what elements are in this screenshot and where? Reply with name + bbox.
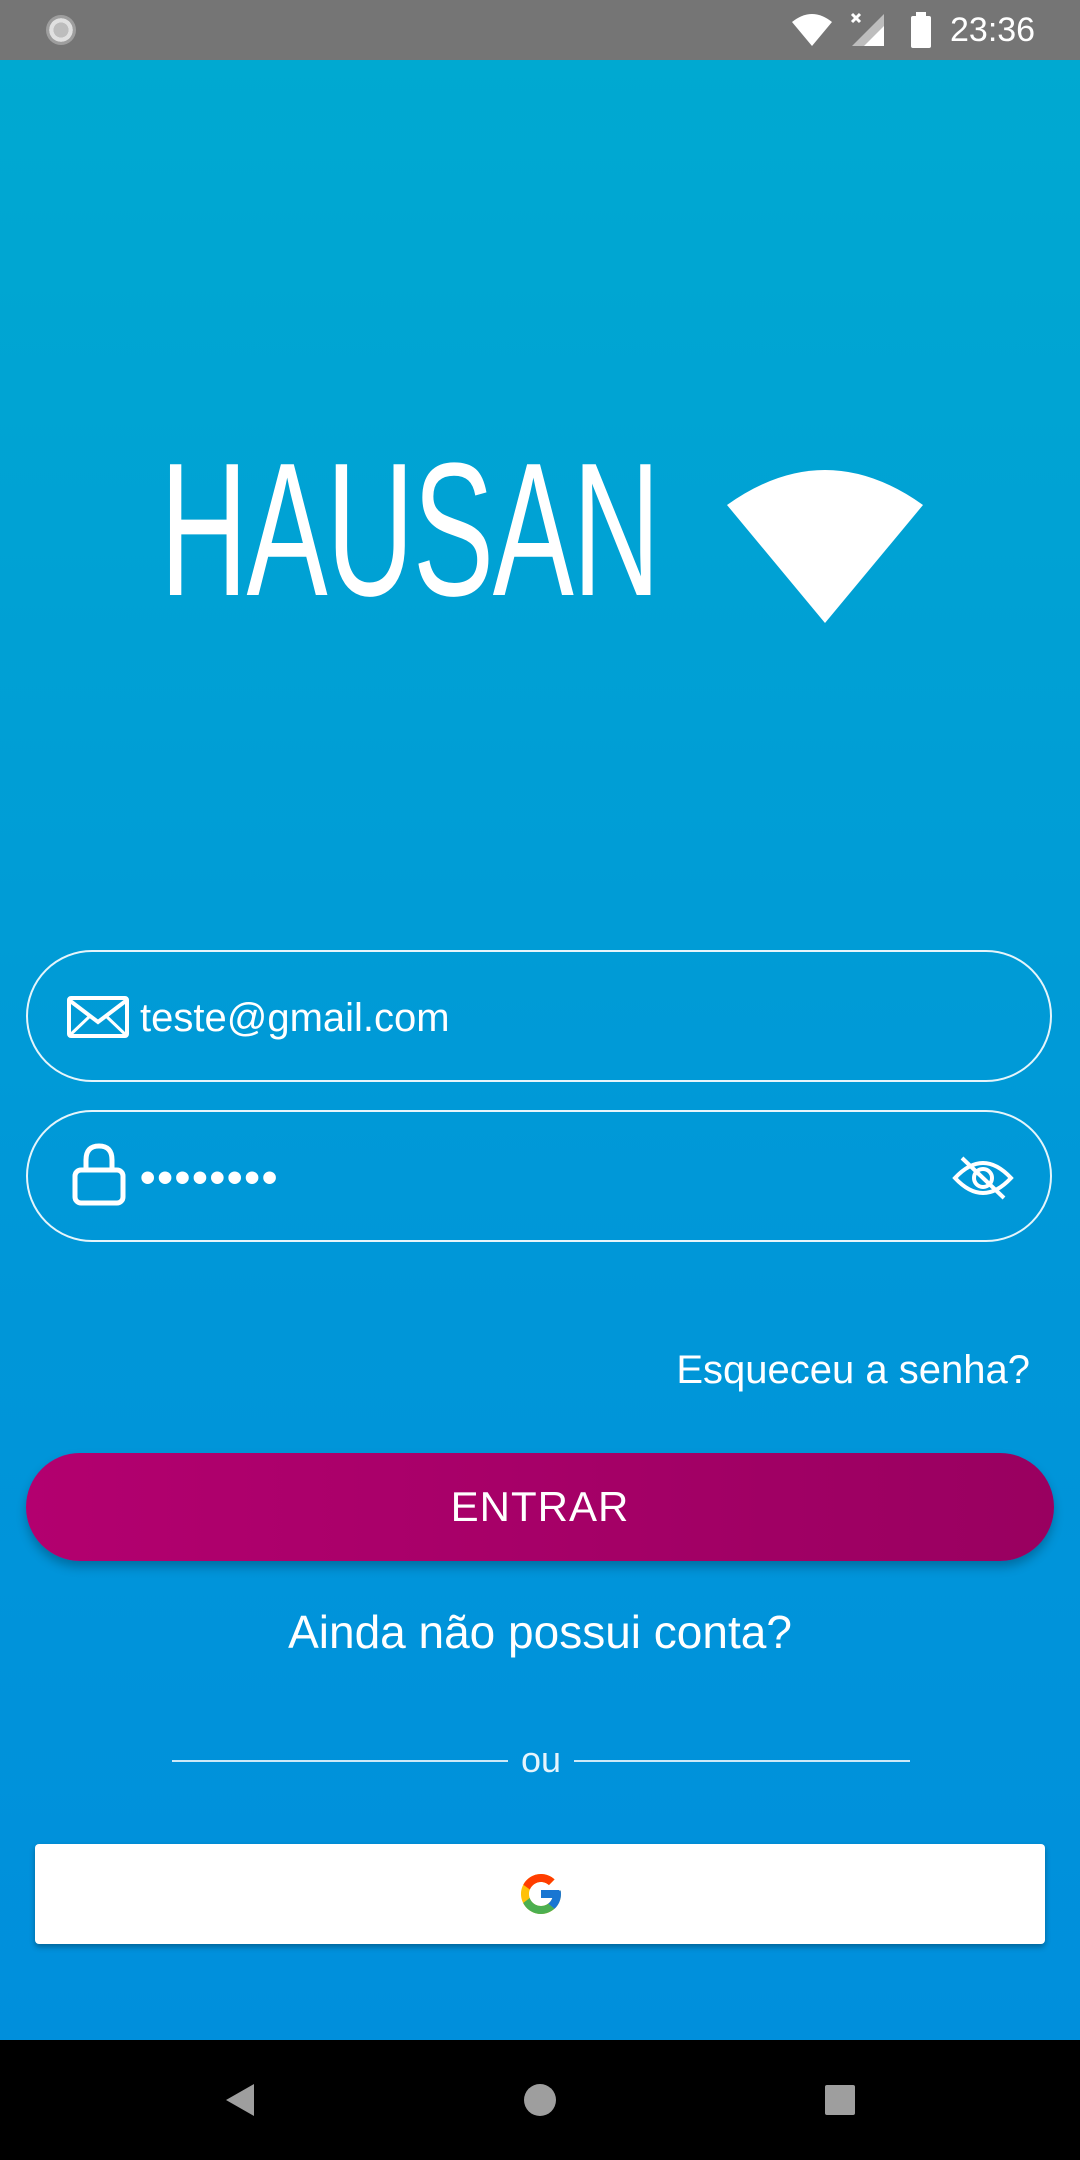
divider-line-left	[172, 1760, 508, 1762]
status-bar: 23:36	[0, 0, 1080, 60]
envelope-icon	[67, 996, 129, 1038]
signup-link[interactable]: Ainda não possui conta?	[0, 1605, 1080, 1659]
login-screen: HAUSAN teste@gmail.com •••••••• Esqueceu…	[0, 60, 1080, 2040]
google-icon	[521, 1874, 561, 1914]
or-divider: ou	[172, 1735, 910, 1785]
password-field[interactable]: ••••••••	[26, 1110, 1052, 1242]
app-logo: HAUSAN	[160, 410, 940, 650]
divider-line-right	[574, 1760, 910, 1762]
email-field[interactable]: teste@gmail.com	[26, 950, 1052, 1082]
google-sign-in-button[interactable]	[35, 1844, 1045, 1944]
password-value: ••••••••	[140, 1153, 280, 1202]
lock-icon	[72, 1143, 126, 1206]
back-icon[interactable]	[210, 2070, 270, 2130]
signal-icon	[850, 12, 884, 46]
logo-text: HAUSAN	[160, 424, 660, 636]
battery-icon	[911, 12, 931, 48]
clock: 23:36	[950, 11, 1036, 49]
login-button[interactable]: ENTRAR	[26, 1453, 1054, 1561]
wifi-wedge-logo-icon	[727, 470, 923, 623]
divider-text: ou	[520, 1739, 562, 1780]
wifi-icon	[792, 14, 832, 46]
recents-icon[interactable]	[810, 2070, 870, 2130]
eye-off-icon[interactable]	[952, 1154, 1014, 1202]
notification-icon	[46, 15, 76, 45]
email-value: teste@gmail.com	[140, 996, 450, 1040]
navigation-bar	[0, 2040, 1080, 2160]
forgot-password-link[interactable]: Esqueceu a senha?	[676, 1348, 1030, 1393]
home-icon[interactable]	[510, 2070, 570, 2130]
